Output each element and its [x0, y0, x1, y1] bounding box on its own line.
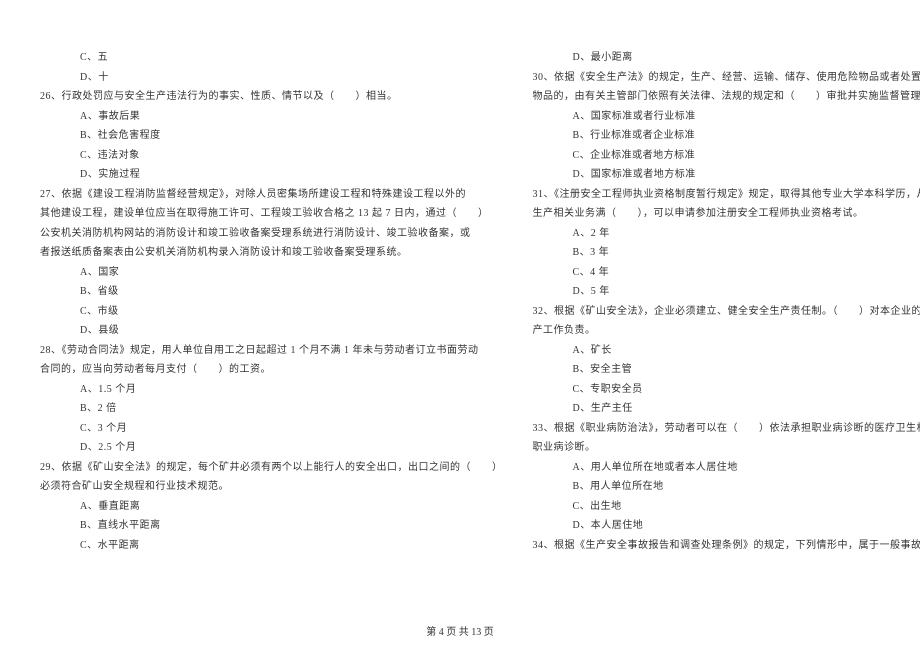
question-34: 34、根据《生产安全事故报告和调查处理条例》的规定，下列情形中，属于一般事故的是…	[533, 536, 920, 556]
question-31-line1: 31、《注册安全工程师执业资格制度暂行规定》规定，取得其他专业大学本科学历，从事…	[533, 185, 920, 205]
q27-option-b: B、省级	[40, 282, 503, 302]
question-30-line2: 物品的，由有关主管部门依照有关法律、法规的规定和（ ）审批并实施监督管理。	[533, 87, 920, 107]
q32-option-b: B、安全主管	[533, 360, 920, 380]
q33-option-d: D、本人居住地	[533, 516, 920, 536]
q30-option-b: B、行业标准或者企业标准	[533, 126, 920, 146]
question-32-line2: 产工作负责。	[533, 321, 920, 341]
q30-option-c: C、企业标准或者地方标准	[533, 146, 920, 166]
q27-option-c: C、市级	[40, 302, 503, 322]
question-31-line2: 生产相关业务满（ ），可以申请参加注册安全工程师执业资格考试。	[533, 204, 920, 224]
question-27-line2: 其他建设工程，建设单位应当在取得施工许可、工程竣工验收合格之 13 起 7 日内…	[40, 204, 503, 224]
option-d: D、十	[40, 68, 503, 88]
question-27-line3: 公安机关消防机构网站的消防设计和竣工验收备案受理系统进行消防设计、竣工验收备案，…	[40, 224, 503, 244]
question-28-line1: 28、《劳动合同法》规定，用人单位自用工之日起超过 1 个月不满 1 年未与劳动…	[40, 341, 503, 361]
q28-option-b: B、2 倍	[40, 399, 503, 419]
page-footer: 第 4 页 共 13 页	[0, 623, 920, 638]
left-column: C、五 D、十 26、行政处罚应与安全生产违法行为的事实、性质、情节以及（ ）相…	[40, 48, 503, 580]
q29-option-c: C、水平距离	[40, 536, 503, 556]
q29-option-b: B、直线水平距离	[40, 516, 503, 536]
q27-option-d: D、县级	[40, 321, 503, 341]
q30-option-a: A、国家标准或者行业标准	[533, 107, 920, 127]
q26-option-a: A、事故后果	[40, 107, 503, 127]
option-c: C、五	[40, 48, 503, 68]
q26-option-c: C、违法对象	[40, 146, 503, 166]
q26-option-b: B、社会危害程度	[40, 126, 503, 146]
q33-option-c: C、出生地	[533, 497, 920, 517]
question-27-line4: 者报送纸质备案表由公安机关消防机构录入消防设计和竣工验收备案受理系统。	[40, 243, 503, 263]
q32-option-d: D、生产主任	[533, 399, 920, 419]
q32-option-c: C、专职安全员	[533, 380, 920, 400]
q28-option-d: D、2.5 个月	[40, 438, 503, 458]
question-29-line2: 必须符合矿山安全规程和行业技术规范。	[40, 477, 503, 497]
q33-option-a: A、用人单位所在地或者本人居住地	[533, 458, 920, 478]
page-content: C、五 D、十 26、行政处罚应与安全生产违法行为的事实、性质、情节以及（ ）相…	[0, 0, 920, 610]
question-32-line1: 32、根据《矿山安全法》，企业必须建立、健全安全生产责任制。（ ）对本企业的安全…	[533, 302, 920, 322]
q26-option-d: D、实施过程	[40, 165, 503, 185]
q29-option-a: A、垂直距离	[40, 497, 503, 517]
q33-option-b: B、用人单位所在地	[533, 477, 920, 497]
q30-option-d: D、国家标准或者地方标准	[533, 165, 920, 185]
q28-option-a: A、1.5 个月	[40, 380, 503, 400]
question-30-line1: 30、依据《安全生产法》的规定，生产、经营、运输、储存、使用危险物品或者处置废弃…	[533, 68, 920, 88]
q28-option-c: C、3 个月	[40, 419, 503, 439]
question-33-line1: 33、根据《职业病防治法》，劳动者可以在（ ）依法承担职业病诊断的医疗卫生机构进…	[533, 419, 920, 439]
q31-option-a: A、2 年	[533, 224, 920, 244]
q31-option-c: C、4 年	[533, 263, 920, 283]
q27-option-a: A、国家	[40, 263, 503, 283]
question-29-line1: 29、依据《矿山安全法》的规定，每个矿井必须有两个以上能行人的安全出口，出口之间…	[40, 458, 503, 478]
question-26: 26、行政处罚应与安全生产违法行为的事实、性质、情节以及（ ）相当。	[40, 87, 503, 107]
q29-option-d: D、最小距离	[533, 48, 920, 68]
question-27-line1: 27、依据《建设工程消防监督经营规定》，对除人员密集场所建设工程和特殊建设工程以…	[40, 185, 503, 205]
q31-option-d: D、5 年	[533, 282, 920, 302]
right-column: D、最小距离 30、依据《安全生产法》的规定，生产、经营、运输、储存、使用危险物…	[533, 48, 920, 580]
question-33-line2: 职业病诊断。	[533, 438, 920, 458]
q31-option-b: B、3 年	[533, 243, 920, 263]
q32-option-a: A、矿长	[533, 341, 920, 361]
question-28-line2: 合同的，应当向劳动者每月支付（ ）的工资。	[40, 360, 503, 380]
